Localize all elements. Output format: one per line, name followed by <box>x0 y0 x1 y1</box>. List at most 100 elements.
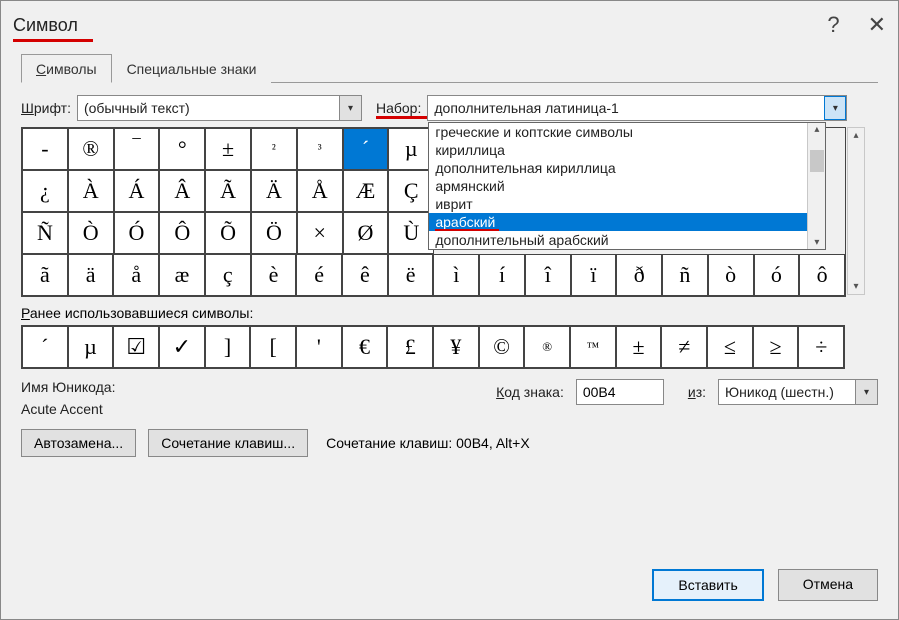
symbol-cell[interactable]: ‾ <box>114 128 160 170</box>
recent-cell[interactable]: [ <box>250 326 296 368</box>
set-option[interactable]: иврит <box>429 195 825 213</box>
symbol-cell[interactable]: ê <box>342 254 388 296</box>
dropdown-scrollbar[interactable]: ▴ ▾ <box>807 123 825 249</box>
symbol-cell[interactable]: - <box>22 128 68 170</box>
symbol-cell[interactable]: µ <box>388 128 434 170</box>
set-dropdown-list: греческие и коптские символы кириллица д… <box>428 122 826 250</box>
symbol-cell[interactable]: ò <box>708 254 754 296</box>
set-dropdown-button[interactable]: ▾ <box>824 96 846 120</box>
symbol-cell[interactable]: ì <box>433 254 479 296</box>
symbol-cell[interactable]: Ó <box>114 212 160 254</box>
symbol-cell[interactable]: Á <box>114 170 160 212</box>
symbol-cell[interactable]: æ <box>159 254 205 296</box>
symbol-cell[interactable]: Å <box>297 170 343 212</box>
help-icon[interactable]: ? <box>827 12 839 38</box>
recent-cell[interactable]: £ <box>387 326 433 368</box>
unicode-name-value: Acute Accent <box>21 401 115 417</box>
recent-grid: ´ µ ☑ ✓ ] [ ' € £ ¥ © ® ™ ± ≠ ≤ ≥ ÷ <box>21 325 845 369</box>
recent-cell[interactable]: ✓ <box>159 326 205 368</box>
set-option[interactable]: греческие и коптские символы <box>429 123 825 141</box>
symbol-cell[interactable]: å <box>113 254 159 296</box>
from-label: из: <box>688 384 706 400</box>
tab-special[interactable]: Специальные знаки <box>112 54 272 83</box>
recent-cell[interactable]: € <box>342 326 388 368</box>
symbol-cell[interactable]: ð <box>616 254 662 296</box>
recent-cell[interactable]: ® <box>524 326 570 368</box>
tab-bar: Символы Специальные знаки <box>21 53 878 83</box>
autocorrect-button[interactable]: Автозамена... <box>21 429 136 457</box>
recent-cell[interactable]: ☑ <box>113 326 159 368</box>
scroll-thumb[interactable] <box>810 150 824 172</box>
from-dropdown-button[interactable]: ▾ <box>855 380 877 404</box>
symbol-cell[interactable]: ¿ <box>22 170 68 212</box>
symbol-cell[interactable]: ô <box>799 254 845 296</box>
symbol-cell[interactable]: Ä <box>251 170 297 212</box>
symbol-cell[interactable]: é <box>296 254 342 296</box>
symbol-cell[interactable]: Õ <box>205 212 251 254</box>
scroll-up-icon[interactable]: ▴ <box>851 128 860 143</box>
symbol-cell[interactable]: è <box>251 254 297 296</box>
symbol-cell[interactable]: Ù <box>388 212 434 254</box>
code-input[interactable] <box>576 379 664 405</box>
symbol-cell[interactable]: ³ <box>297 128 343 170</box>
symbol-cell[interactable]: Ô <box>159 212 205 254</box>
recent-label: Ранее использовавшиеся символы: <box>21 305 878 321</box>
set-option[interactable]: дополнительный арабский <box>429 231 825 249</box>
symbol-cell[interactable]: ñ <box>662 254 708 296</box>
set-select[interactable]: дополнительная латиница-1 ▾ греческие и … <box>427 95 847 121</box>
shortcut-button[interactable]: Сочетание клавиш... <box>148 429 308 457</box>
font-select[interactable]: (обычный текст) ▾ <box>77 95 362 121</box>
tab-symbols[interactable]: Символы <box>21 54 112 83</box>
recent-cell[interactable]: ] <box>205 326 251 368</box>
recent-cell[interactable]: ≠ <box>661 326 707 368</box>
symbol-cell[interactable]: À <box>68 170 114 212</box>
set-option-selected[interactable]: арабский <box>429 213 825 231</box>
cancel-button[interactable]: Отмена <box>778 569 878 601</box>
grid-scrollbar[interactable]: ▴ ▾ <box>847 127 865 295</box>
insert-button[interactable]: Вставить <box>652 569 763 601</box>
recent-cell[interactable]: ' <box>296 326 342 368</box>
symbol-cell[interactable]: Ã <box>205 170 251 212</box>
scroll-down-icon[interactable]: ▾ <box>851 279 860 294</box>
symbol-cell[interactable]: Â <box>159 170 205 212</box>
symbol-cell[interactable]: ã <box>22 254 68 296</box>
symbol-cell[interactable]: Ø <box>343 212 389 254</box>
symbol-cell[interactable]: Ò <box>68 212 114 254</box>
scroll-up-icon[interactable]: ▴ <box>813 123 820 136</box>
scroll-down-icon[interactable]: ▾ <box>813 236 820 249</box>
symbol-cell[interactable]: ® <box>68 128 114 170</box>
symbol-cell[interactable]: ä <box>68 254 114 296</box>
symbol-cell[interactable]: ç <box>205 254 251 296</box>
close-icon[interactable]: ✕ <box>868 12 886 38</box>
recent-cell[interactable]: ´ <box>22 326 68 368</box>
symbol-cell[interactable]: × <box>297 212 343 254</box>
set-option[interactable]: кириллица <box>429 141 825 159</box>
symbol-cell[interactable]: ó <box>754 254 800 296</box>
font-dropdown-button[interactable]: ▾ <box>339 96 361 120</box>
recent-cell[interactable]: © <box>479 326 525 368</box>
symbol-cell[interactable]: ï <box>571 254 617 296</box>
symbol-cell[interactable]: î <box>525 254 571 296</box>
from-select[interactable]: Юникод (шестн.) ▾ <box>718 379 878 405</box>
set-option[interactable]: дополнительная кириллица <box>429 159 825 177</box>
symbol-cell[interactable]: Æ <box>343 170 389 212</box>
set-option[interactable]: армянский <box>429 177 825 195</box>
recent-cell[interactable]: ≥ <box>753 326 799 368</box>
recent-cell[interactable]: ¥ <box>433 326 479 368</box>
symbol-cell[interactable]: Ö <box>251 212 297 254</box>
recent-cell[interactable]: ™ <box>570 326 616 368</box>
recent-cell[interactable]: ÷ <box>798 326 844 368</box>
symbol-cell-selected[interactable]: ´ <box>343 128 389 170</box>
symbol-cell[interactable]: ± <box>205 128 251 170</box>
symbol-cell[interactable]: ë <box>388 254 434 296</box>
recent-cell[interactable]: ≤ <box>707 326 753 368</box>
symbol-cell[interactable]: ° <box>159 128 205 170</box>
symbol-cell[interactable]: í <box>479 254 525 296</box>
recent-cell[interactable]: µ <box>68 326 114 368</box>
symbol-cell[interactable]: ² <box>251 128 297 170</box>
symbol-cell[interactable]: Ñ <box>22 212 68 254</box>
recent-cell[interactable]: ± <box>616 326 662 368</box>
set-label: Набор: <box>376 100 421 116</box>
chevron-down-icon: ▾ <box>348 103 353 114</box>
symbol-cell[interactable]: Ç <box>388 170 434 212</box>
